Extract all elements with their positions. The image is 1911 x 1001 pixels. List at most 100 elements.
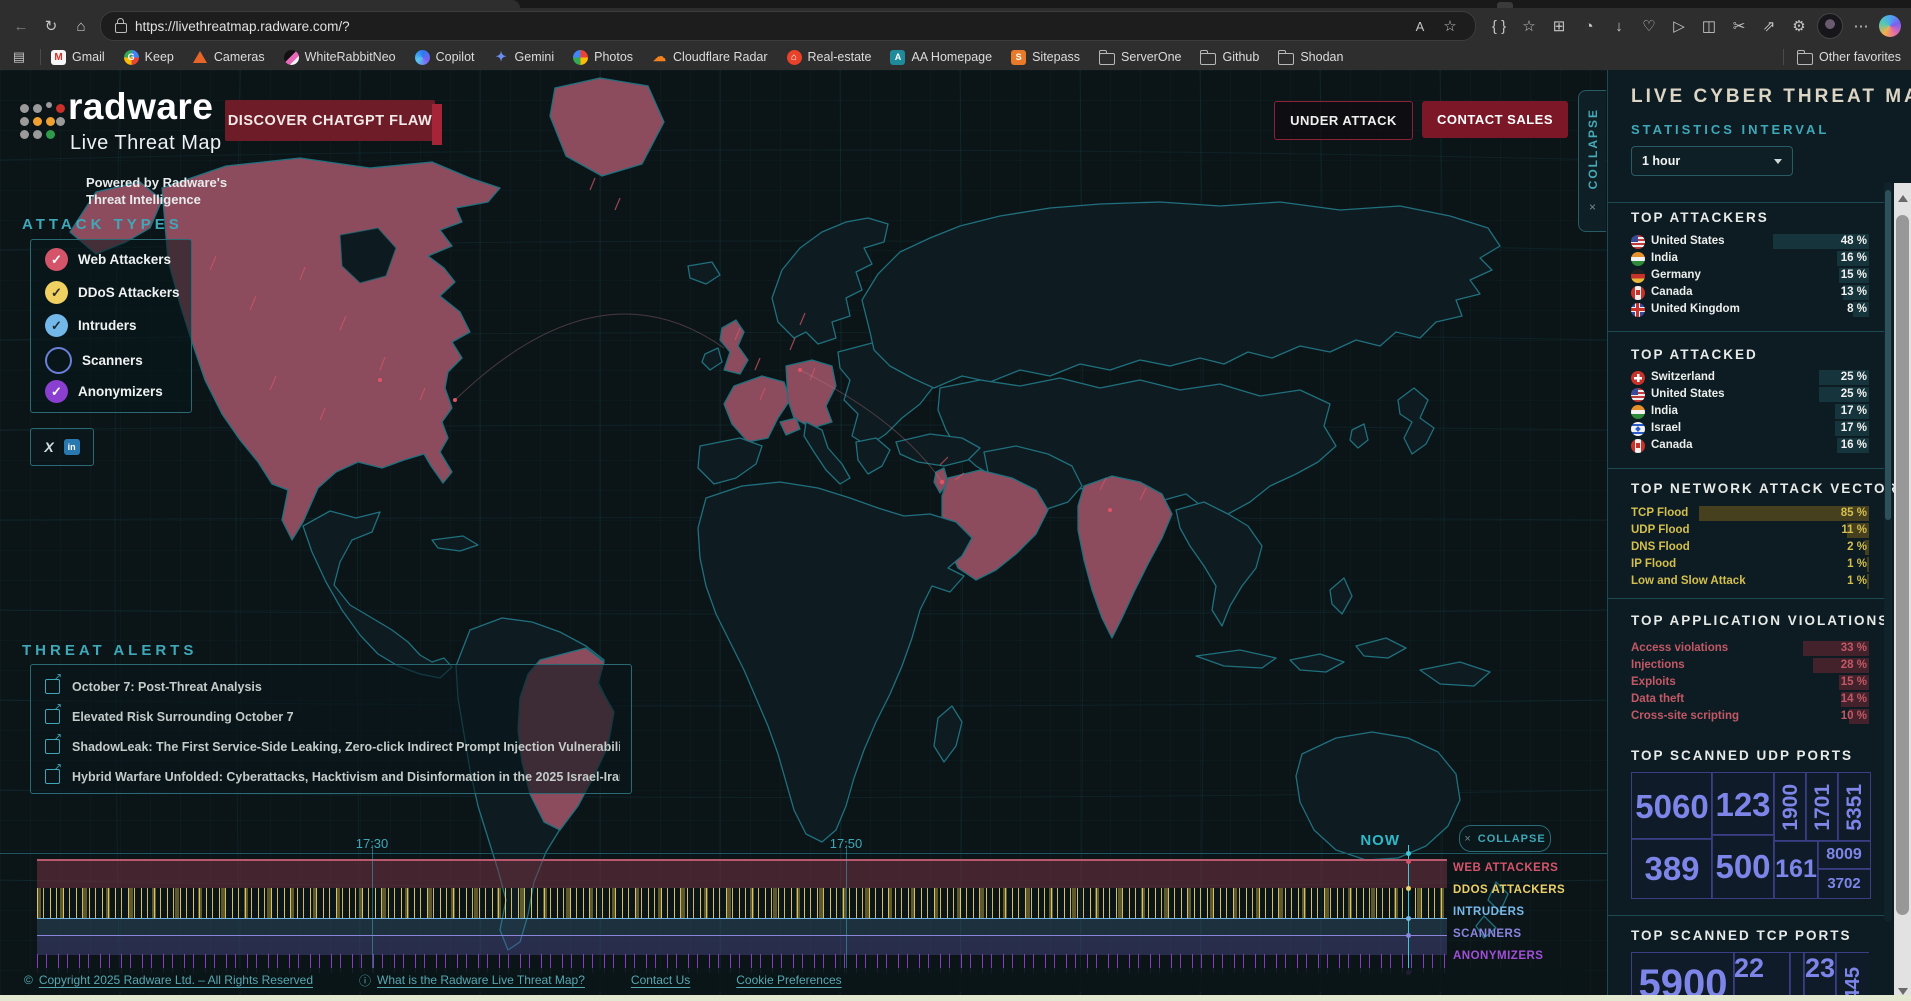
- copyright-link[interactable]: © Copyright 2025 Radware Ltd. – All Righ…: [24, 973, 313, 987]
- threat-alert-item[interactable]: Hybrid Warfare Unfolded: Cyberattacks, H…: [45, 769, 620, 784]
- bookmark-photos[interactable]: Photos: [573, 50, 633, 65]
- udp-port-cell[interactable]: 123: [1711, 772, 1775, 836]
- tcp-port-cell[interactable]: 22: [1733, 952, 1791, 995]
- violation-row[interactable]: Data theft 14 %: [1631, 692, 1869, 708]
- attack-type-intruders[interactable]: ✓ Intruders: [45, 314, 137, 337]
- active-tab-bottom[interactable]: [0, 0, 520, 8]
- url-text[interactable]: https://livethreatmap.radware.com/?: [135, 19, 1405, 34]
- attacker-row[interactable]: India 16 %: [1631, 251, 1869, 267]
- history-icon[interactable]: ◔: [1574, 12, 1604, 40]
- attacker-row[interactable]: Canada 13 %: [1631, 285, 1869, 301]
- collections-icon[interactable]: ⊞: [1544, 12, 1574, 40]
- udp-port-cell[interactable]: 3702: [1817, 868, 1871, 899]
- checked-circle-icon[interactable]: ✓: [45, 380, 68, 403]
- udp-port-cell[interactable]: 500: [1711, 834, 1775, 899]
- attacker-row[interactable]: United Kingdom 8 %: [1631, 302, 1869, 318]
- address-bar[interactable]: https://livethreatmap.radware.com/? A ☆: [100, 11, 1476, 41]
- threat-alert-item[interactable]: Elevated Risk Surrounding October 7: [45, 709, 620, 724]
- scroll-down-arrow[interactable]: [1898, 988, 1908, 995]
- more-menu-icon[interactable]: ⋯: [1846, 12, 1876, 40]
- split-screen-icon[interactable]: ◫: [1694, 12, 1724, 40]
- bookmark-gemini[interactable]: ✦Gemini: [494, 50, 555, 65]
- x-twitter-icon[interactable]: X: [44, 439, 53, 455]
- unchecked-circle-icon[interactable]: [45, 347, 72, 374]
- bookmark-shodan[interactable]: Shodan: [1278, 50, 1343, 65]
- page-scrollbar[interactable]: [1894, 183, 1911, 1001]
- bookmark-real-estate[interactable]: ⌂Real-estate: [787, 50, 872, 65]
- refresh-icon[interactable]: ↻: [36, 12, 66, 40]
- bookmark-aa-homepage[interactable]: AAA Homepage: [890, 50, 992, 65]
- attacked-row[interactable]: Canada 16 %: [1631, 438, 1869, 454]
- attack-type-anonymizers[interactable]: ✓ Anonymizers: [45, 380, 163, 403]
- back-icon[interactable]: ←: [6, 12, 36, 40]
- checked-circle-icon[interactable]: ✓: [45, 314, 68, 337]
- copilot-icon[interactable]: [1879, 15, 1901, 37]
- sidebar-collapse-button[interactable]: COLLAPSE ×: [1578, 90, 1606, 232]
- scrollbar-thumb[interactable]: [1896, 215, 1909, 915]
- interval-select[interactable]: 1 hour: [1631, 146, 1793, 176]
- checked-circle-icon[interactable]: ✓: [45, 281, 68, 304]
- other-favorites[interactable]: Other favorites: [1797, 44, 1901, 70]
- threat-alert-item[interactable]: ShadowLeak: The First Service-Side Leaki…: [45, 739, 620, 754]
- bookmark-serverone[interactable]: ServerOne: [1099, 50, 1181, 65]
- home-icon[interactable]: ⌂: [66, 12, 96, 40]
- discover-chatgpt-flaw-button[interactable]: DISCOVER CHATGPT FLAW: [225, 100, 435, 141]
- tab-actions-icon[interactable]: ▤: [4, 43, 34, 71]
- bookmark-gmail[interactable]: MGmail: [51, 50, 105, 65]
- udp-port-cell[interactable]: 1701: [1805, 772, 1839, 842]
- legend-intruders[interactable]: INTRUDERS: [1453, 906, 1565, 928]
- tcp-port-cell[interactable]: 23: [1803, 952, 1837, 995]
- vector-row[interactable]: Low and Slow Attack 1 %: [1631, 574, 1869, 590]
- contact-sales-button[interactable]: CONTACT SALES: [1422, 101, 1568, 138]
- attacked-row[interactable]: Israel 17 %: [1631, 421, 1869, 437]
- continents[interactable]: [70, 78, 1508, 950]
- bookmark-sitepass[interactable]: SSitepass: [1011, 50, 1080, 65]
- extensions-icon[interactable]: { }: [1484, 12, 1514, 40]
- checked-circle-icon[interactable]: ✓: [45, 248, 68, 271]
- linkedin-icon[interactable]: in: [64, 439, 80, 455]
- tcp-port-cell[interactable]: 5900: [1631, 952, 1735, 995]
- timeline-collapse-button[interactable]: × COLLAPSE: [1459, 825, 1551, 852]
- tcp-port-cell[interactable]: 445: [1835, 952, 1869, 995]
- share-icon[interactable]: ⇗: [1754, 12, 1784, 40]
- legend-scanners[interactable]: SCANNERS: [1453, 928, 1565, 950]
- bookmark-whiterabbitneo[interactable]: WhiteRabbitNeo: [284, 50, 396, 65]
- read-aloud-icon[interactable]: A: [1405, 12, 1435, 40]
- vector-row[interactable]: UDP Flood 11 %: [1631, 523, 1869, 539]
- udp-port-cell[interactable]: 5351: [1837, 772, 1871, 842]
- vector-row[interactable]: TCP Flood 85 %: [1631, 506, 1869, 522]
- attacked-row[interactable]: United States 25 %: [1631, 387, 1869, 403]
- violation-row[interactable]: Exploits 15 %: [1631, 675, 1869, 691]
- udp-port-cell[interactable]: 389: [1631, 838, 1713, 899]
- vector-row[interactable]: DNS Flood 2 %: [1631, 540, 1869, 556]
- sidebar-scrollbar[interactable]: [1884, 182, 1892, 922]
- attacked-row[interactable]: Switzerland 25 %: [1631, 370, 1869, 386]
- bookmark-keep[interactable]: GKeep: [124, 50, 174, 65]
- attacked-row[interactable]: India 17 %: [1631, 404, 1869, 420]
- screenshot-icon[interactable]: ✂: [1724, 12, 1754, 40]
- attack-type-ddos-attackers[interactable]: ✓ DDoS Attackers: [45, 281, 180, 304]
- browser-essentials-icon[interactable]: ♡: [1634, 12, 1664, 40]
- violation-row[interactable]: Injections 28 %: [1631, 658, 1869, 674]
- settings-icon[interactable]: ⚙: [1784, 12, 1814, 40]
- downloads-icon[interactable]: ↓: [1604, 12, 1634, 40]
- contact-us-link[interactable]: Contact Us: [631, 973, 690, 987]
- threat-alert-item[interactable]: October 7: Post-Threat Analysis: [45, 679, 620, 694]
- attacker-row[interactable]: United States 48 %: [1631, 234, 1869, 250]
- send-to-devices-icon[interactable]: ▷: [1664, 12, 1694, 40]
- udp-port-cell[interactable]: 8009: [1817, 840, 1871, 870]
- scroll-up-arrow[interactable]: [1898, 195, 1908, 202]
- bookmark-cloudflare-radar[interactable]: ☁Cloudflare Radar: [652, 50, 768, 65]
- profile-avatar[interactable]: [1817, 13, 1843, 39]
- violation-row[interactable]: Cross-site scripting 10 %: [1631, 709, 1869, 725]
- attacker-row[interactable]: Germany 15 %: [1631, 268, 1869, 284]
- legend-web-attackers[interactable]: WEB ATTACKERS: [1453, 862, 1565, 884]
- udp-port-cell[interactable]: 161: [1773, 840, 1819, 899]
- bookmark-copilot[interactable]: Copilot: [415, 50, 475, 65]
- vector-row[interactable]: IP Flood 1 %: [1631, 557, 1869, 573]
- under-attack-button[interactable]: UNDER ATTACK: [1274, 101, 1413, 140]
- legend-ddos-attackers[interactable]: DDOS ATTACKERS: [1453, 884, 1565, 906]
- favorite-star-icon[interactable]: ☆: [1435, 12, 1465, 40]
- attack-type-web-attackers[interactable]: ✓ Web Attackers: [45, 248, 171, 271]
- cookie-preferences-link[interactable]: Cookie Preferences: [736, 973, 841, 987]
